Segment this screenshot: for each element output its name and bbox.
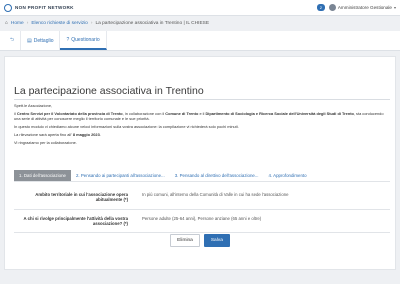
question-row: Ambito territoriale in cui l'associazion… [14, 186, 390, 210]
topbar-right: 2 Amministratore Gestionale ▾ [316, 4, 396, 11]
breadcrumb-current: La partecipazione associativa in Trentin… [95, 20, 210, 26]
intro-paragraph-2: In questo modulo vi chiediamo alcune vel… [14, 124, 239, 130]
avatar [328, 4, 336, 11]
breadcrumb-separator: › [90, 20, 93, 26]
logo-icon [4, 3, 12, 12]
questions-table: Ambito territoriale in cui l'associazion… [14, 186, 390, 234]
back-arrow-icon: ⮌ [10, 36, 15, 43]
home-icon: ⌂ [5, 20, 8, 26]
step-tab-3[interactable]: 3. Pensando al direttivo dell'associazio… [170, 170, 264, 181]
chevron-down-icon: ▾ [393, 5, 396, 10]
question-row: A chi si rivolge principalmente l'attivi… [14, 210, 390, 234]
step-tabs: 1. Dati dell'associazione 2. Pensando ai… [14, 170, 390, 182]
top-bar: NON PROFIT NETWORK 2 Amministratore Gest… [0, 0, 400, 16]
step-tab-1[interactable]: 1. Dati dell'associazione [14, 170, 71, 181]
breadcrumb-separator: › [26, 20, 29, 26]
question-label: Ambito territoriale in cui l'associazion… [35, 192, 128, 203]
intro-paragraph-4: Vi ringraziamo per la collaborazione. [14, 140, 77, 146]
tab-dettaglio[interactable]: ▤ Dettaglio [21, 31, 61, 50]
answer-value: In più comuni, all'interno della Comunit… [142, 192, 289, 197]
intro-paragraph-1: il Centro Servizi per il Volontariato de… [14, 111, 384, 122]
delete-button[interactable]: Elimina [170, 234, 200, 247]
intro-greeting: Spett.le Associazione, [14, 103, 53, 108]
save-button[interactable]: Salva [203, 234, 230, 247]
logo-text[interactable]: NON PROFIT NETWORK [15, 5, 74, 10]
breadcrumb: ⌂ Home › Elenco richieste di servizio › … [0, 17, 400, 29]
user-menu[interactable]: Amministratore Gestionale ▾ [328, 4, 396, 11]
tabs-bar: ⮌ ▤ Dettaglio ? Questionario [0, 31, 400, 51]
document-icon: ▤ [27, 37, 32, 44]
notification-badge[interactable]: 2 [316, 4, 325, 11]
breadcrumb-home[interactable]: Home [11, 21, 24, 26]
tab-label: Dettaglio [33, 37, 54, 44]
user-name: Amministratore Gestionale [337, 5, 392, 10]
step-tab-2[interactable]: 2. Pensando ai partecipanti all'associaz… [71, 170, 170, 181]
form-actions: Elimina Salva [0, 234, 400, 247]
title-divider [14, 99, 390, 100]
breadcrumb-requests[interactable]: Elenco richieste di servizio [31, 21, 88, 26]
back-button[interactable]: ⮌ [4, 31, 22, 50]
intro-paragraph-3: La rilevazione sarà aperta fino all' 8 m… [14, 132, 101, 138]
answer-value: Persone adulte (25-64 anni), Persone anz… [142, 215, 262, 221]
tab-label: Questionario [71, 36, 100, 43]
intro-text: Spett.le Associazione, il Centro Servizi… [14, 103, 390, 149]
question-icon: ? [66, 36, 70, 43]
page-title: La partecipazione associativa in Trentin… [14, 85, 204, 97]
step-tab-4[interactable]: 4. Approfondimento [264, 170, 312, 181]
tab-questionario[interactable]: ? Questionario [60, 31, 107, 50]
question-label: A chi si rivolge principalmente l'attivi… [23, 215, 129, 226]
